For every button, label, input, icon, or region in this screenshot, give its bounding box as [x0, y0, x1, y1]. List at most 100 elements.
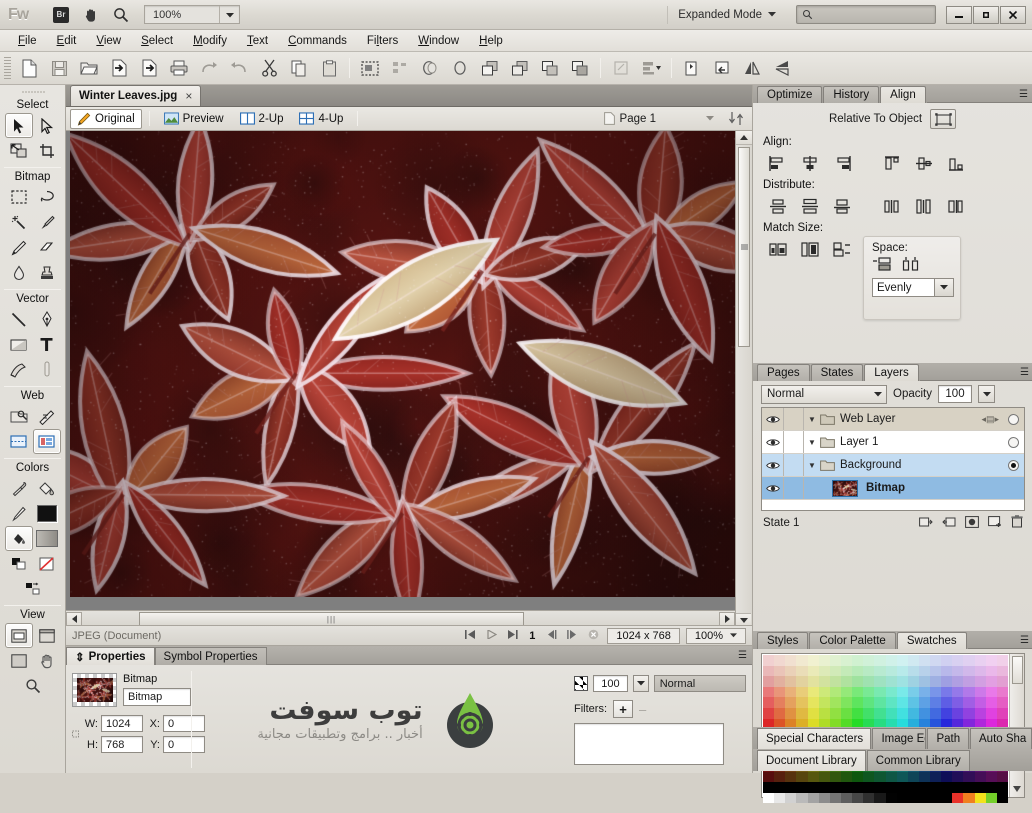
swatch-cell[interactable] — [919, 666, 930, 677]
swatch-cell[interactable] — [941, 687, 952, 698]
expanded-mode-dropdown[interactable]: Expanded Mode — [667, 6, 786, 24]
swatch-cell[interactable] — [841, 782, 852, 793]
swatch-cell[interactable] — [819, 708, 830, 719]
swatch-cell[interactable] — [785, 676, 796, 687]
swatch-cell[interactable] — [897, 687, 908, 698]
swatch-cell[interactable] — [908, 708, 919, 719]
delete-layer-button[interactable] — [1011, 515, 1023, 531]
properties-panel-menu[interactable]: ☰ — [267, 647, 753, 665]
new-layer-button[interactable] — [988, 516, 1002, 531]
object-name-cell[interactable]: Bitmap — [858, 482, 1024, 494]
subselection-tool[interactable] — [33, 113, 61, 138]
select-all-button[interactable] — [355, 55, 385, 81]
rectangle-tool[interactable] — [5, 332, 33, 357]
distribute-top-button[interactable] — [763, 194, 793, 218]
swatch-cell[interactable] — [830, 708, 841, 719]
pen-tool[interactable] — [33, 307, 61, 332]
open-button[interactable] — [74, 55, 104, 81]
swatch-cell[interactable] — [986, 655, 997, 666]
undo-button[interactable] — [194, 55, 224, 81]
swatch-cell[interactable] — [852, 793, 863, 804]
swatch-cell[interactable] — [930, 708, 941, 719]
text-tool[interactable] — [33, 332, 61, 357]
flip-vertical-button[interactable] — [767, 55, 797, 81]
swatch-cell[interactable] — [774, 697, 785, 708]
object-name-input[interactable]: Bitmap — [123, 688, 191, 706]
swatch-cell[interactable] — [874, 782, 885, 793]
swatch-cell[interactable] — [863, 687, 874, 698]
swatch-cell[interactable] — [863, 708, 874, 719]
layer-row-background[interactable]: ▼ Background — [762, 454, 1024, 477]
line-tool[interactable] — [5, 307, 33, 332]
swatch-cell[interactable] — [863, 655, 874, 666]
swatch-cell[interactable] — [785, 793, 796, 804]
swatch-cell[interactable] — [908, 676, 919, 687]
menu-window[interactable]: Window — [408, 33, 469, 49]
expand-triangle-icon[interactable]: ▼ — [804, 461, 820, 470]
swatch-cell[interactable] — [930, 676, 941, 687]
swatch-cell[interactable] — [796, 687, 807, 698]
swatch-cell[interactable] — [808, 793, 819, 804]
swatch-cell[interactable] — [997, 666, 1008, 677]
menu-text[interactable]: Text — [237, 33, 278, 49]
swatch-cell[interactable] — [897, 782, 908, 793]
view-original-button[interactable]: Original — [70, 109, 142, 129]
menu-edit[interactable]: Edit — [47, 33, 87, 49]
zoom-tool-button[interactable] — [106, 3, 136, 27]
layer-name-cell[interactable]: Web Layer — [820, 413, 981, 425]
swatch-cell[interactable] — [763, 708, 774, 719]
swatch-cell[interactable] — [785, 666, 796, 677]
eraser-tool[interactable] — [33, 235, 61, 260]
swatch-cell[interactable] — [997, 655, 1008, 666]
swatch-cell[interactable] — [897, 793, 908, 804]
swatch-cell[interactable] — [830, 655, 841, 666]
swatch-cell[interactable] — [863, 772, 874, 783]
swatch-cell[interactable] — [997, 793, 1008, 804]
match-width-button[interactable] — [763, 237, 793, 261]
swatch-cell[interactable] — [975, 782, 986, 793]
swatch-cell[interactable] — [963, 772, 974, 783]
swatches-panel-menu[interactable]: ☰ — [968, 632, 1032, 649]
swatch-cell[interactable] — [986, 687, 997, 698]
swatch-cell[interactable] — [897, 772, 908, 783]
send-to-back-button[interactable] — [565, 55, 595, 81]
sort-arrows-icon[interactable] — [728, 112, 746, 126]
swatch-cell[interactable] — [975, 793, 986, 804]
slice-tool[interactable] — [5, 429, 33, 454]
swatch-cell[interactable] — [819, 782, 830, 793]
swatch-cell[interactable] — [774, 708, 785, 719]
swatch-cell[interactable] — [930, 782, 941, 793]
marquee-tool[interactable] — [5, 185, 33, 210]
swatch-cell[interactable] — [930, 793, 941, 804]
full-screen-menu-mode-button[interactable] — [33, 623, 61, 648]
add-mask-button[interactable] — [965, 516, 979, 531]
export-button[interactable] — [134, 55, 164, 81]
menu-commands[interactable]: Commands — [278, 33, 357, 49]
close-button[interactable] — [1000, 6, 1026, 24]
swatch-cell[interactable] — [941, 666, 952, 677]
swatch-cell[interactable] — [963, 782, 974, 793]
menu-view[interactable]: View — [86, 33, 131, 49]
swatch-cell[interactable] — [897, 676, 908, 687]
swatch-cell[interactable] — [785, 655, 796, 666]
swatch-cell[interactable] — [774, 655, 785, 666]
new-state-button[interactable] — [919, 516, 933, 531]
visibility-toggle[interactable] — [762, 477, 784, 499]
swatch-cell[interactable] — [941, 782, 952, 793]
swatch-cell[interactable] — [796, 666, 807, 677]
canvas-vertical-scrollbar[interactable] — [735, 131, 752, 627]
menu-modify[interactable]: Modify — [183, 33, 237, 49]
swatch-cell[interactable] — [763, 793, 774, 804]
group-button[interactable] — [606, 55, 636, 81]
swatch-cell[interactable] — [997, 687, 1008, 698]
filters-list[interactable] — [574, 723, 724, 765]
swatch-cell[interactable] — [852, 687, 863, 698]
last-frame-icon[interactable] — [505, 630, 520, 642]
swatch-cell[interactable] — [763, 697, 774, 708]
swatch-cell[interactable] — [841, 793, 852, 804]
swatch-cell[interactable] — [986, 708, 997, 719]
swatch-cell[interactable] — [986, 666, 997, 677]
swatch-cell[interactable] — [808, 666, 819, 677]
eyedropper-tool[interactable] — [5, 476, 33, 501]
lasso-tool[interactable] — [33, 185, 61, 210]
